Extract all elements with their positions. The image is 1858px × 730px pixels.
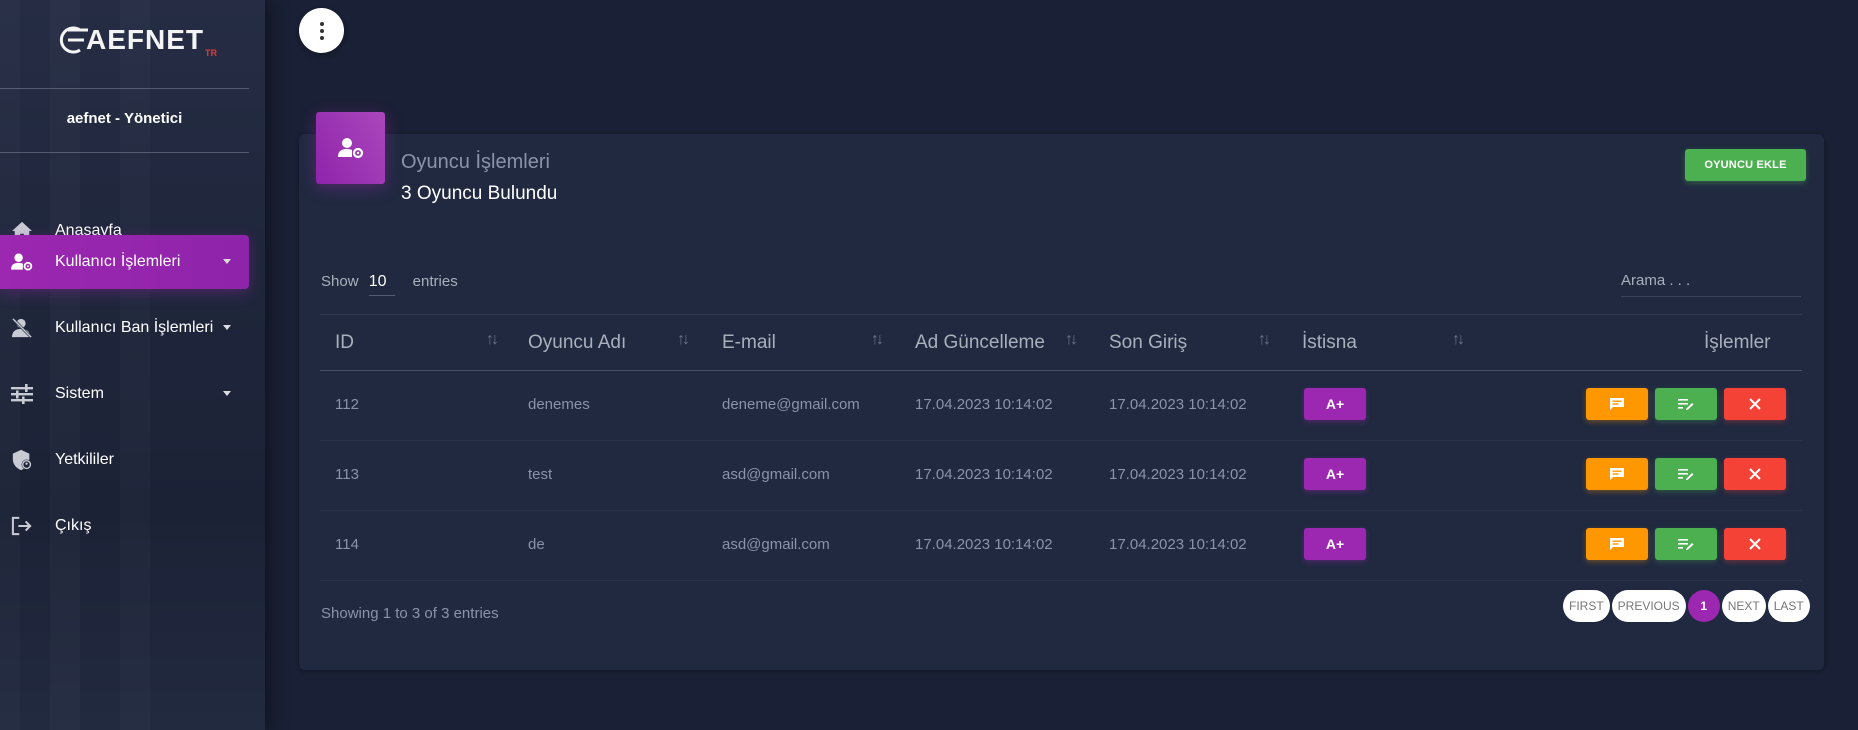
column-header-son-giris[interactable]: Son Giriş <box>1109 332 1187 354</box>
card-subtitle: 3 Oyuncu Bulundu <box>401 183 558 204</box>
chevron-down-icon <box>223 325 231 330</box>
search-field <box>1621 272 1801 297</box>
close-icon <box>1749 538 1761 550</box>
edit-note-icon <box>1678 399 1694 410</box>
message-button[interactable] <box>1586 388 1648 420</box>
delete-button[interactable] <box>1724 388 1786 420</box>
user-ban-icon <box>11 317 33 339</box>
sort-icon[interactable]: ↑↓ <box>486 331 499 349</box>
table-row: 114 de asd@gmail.com 17.04.2023 10:14:02… <box>320 510 1802 581</box>
message-button[interactable] <box>1586 458 1648 490</box>
delete-button[interactable] <box>1724 458 1786 490</box>
delete-button[interactable] <box>1724 528 1786 560</box>
column-header-email[interactable]: E-mail <box>722 332 776 354</box>
table-header: ID ↑↓ Oyuncu Adı ↑↓ E-mail ↑↓ Ad Güncell… <box>320 314 1802 371</box>
cell-name: denemes <box>528 396 590 413</box>
sidebar-item-yetkililer[interactable]: Yetkililer <box>0 433 249 487</box>
sidebar-divider <box>0 152 249 153</box>
user-settings-icon <box>316 112 385 184</box>
sort-icon[interactable]: ↑↓ <box>1452 331 1465 349</box>
add-player-button[interactable]: OYUNCU EKLE <box>1685 149 1806 181</box>
sidebar-item-label: Çıkış <box>55 517 92 534</box>
cell-name: de <box>528 536 545 553</box>
column-header-istisna[interactable]: İstisna <box>1302 332 1357 354</box>
brand-logo[interactable]: AEFNET TR <box>54 18 224 62</box>
message-icon <box>1610 468 1624 480</box>
sidebar-item-sistem[interactable]: Sistem <box>0 367 249 421</box>
message-icon <box>1610 398 1624 410</box>
sidebar-item-kullanici-ban-islemleri[interactable]: Kullanıcı Ban İşlemleri <box>0 301 249 355</box>
logo-text: AEFNET <box>86 24 204 55</box>
sidebar-item-label: Yetkililer <box>55 451 114 468</box>
edit-button[interactable] <box>1655 458 1717 490</box>
pagination: FIRST PREVIOUS 1 NEXT LAST <box>1563 590 1812 622</box>
show-label: Show <box>321 273 359 290</box>
more-vert-icon <box>319 20 324 41</box>
message-button[interactable] <box>1586 528 1648 560</box>
sidebar-item-label: Kullanıcı Ban İşlemleri <box>55 319 214 336</box>
table-row: 113 test asd@gmail.com 17.04.2023 10:14:… <box>320 440 1802 511</box>
entries-length-select[interactable]: 10 <box>368 273 395 296</box>
cell-ad-update: 17.04.2023 10:14:02 <box>915 466 1053 483</box>
cell-id: 113 <box>335 466 359 483</box>
close-icon <box>1749 468 1761 480</box>
sort-icon[interactable]: ↑↓ <box>677 331 690 349</box>
card-title: Oyuncu İşlemleri <box>401 151 550 173</box>
user-settings-icon <box>11 251 33 273</box>
table-info: Showing 1 to 3 of 3 entries <box>321 605 499 622</box>
logout-icon <box>11 515 33 537</box>
pagination-first-button[interactable]: FIRST <box>1563 590 1610 622</box>
edit-note-icon <box>1678 469 1694 480</box>
cell-name: test <box>528 466 553 483</box>
edit-button[interactable] <box>1655 388 1717 420</box>
message-icon <box>1610 538 1624 550</box>
cell-id: 112 <box>335 396 359 413</box>
column-header-id[interactable]: ID <box>335 332 354 354</box>
entries-length-control: Show 10 entries <box>321 273 458 296</box>
search-input[interactable] <box>1621 272 1791 289</box>
column-header-oyuncu-adi[interactable]: Oyuncu Adı <box>528 332 626 354</box>
pagination-page-button[interactable]: 1 <box>1687 590 1720 622</box>
sidebar-divider <box>0 88 249 89</box>
entries-label: entries <box>412 273 458 290</box>
cell-ad-update: 17.04.2023 10:14:02 <box>915 396 1053 413</box>
cell-last-login: 17.04.2023 10:14:02 <box>1109 536 1247 553</box>
sort-icon[interactable]: ↑↓ <box>871 331 884 349</box>
user-name[interactable]: aefnet - Yönetici <box>0 110 249 127</box>
pagination-previous-button[interactable]: PREVIOUS <box>1611 590 1686 622</box>
chevron-down-icon <box>223 259 231 264</box>
sidebar-item-label: Sistem <box>55 385 104 402</box>
pagination-last-button[interactable]: LAST <box>1767 590 1810 622</box>
edit-button[interactable] <box>1655 528 1717 560</box>
exception-button[interactable]: A+ <box>1304 388 1366 420</box>
cell-email: asd@gmail.com <box>722 536 830 553</box>
pagination-next-button[interactable]: NEXT <box>1721 590 1766 622</box>
more-options-button[interactable] <box>299 8 344 53</box>
cell-ad-update: 17.04.2023 10:14:02 <box>915 536 1053 553</box>
cell-id: 114 <box>335 536 359 553</box>
cell-last-login: 17.04.2023 10:14:02 <box>1109 396 1247 413</box>
column-header-ad-guncelleme[interactable]: Ad Güncelleme <box>915 332 1045 354</box>
cell-last-login: 17.04.2023 10:14:02 <box>1109 466 1247 483</box>
logo-mark-icon <box>54 25 88 55</box>
exception-button[interactable]: A+ <box>1304 528 1366 560</box>
exception-button[interactable]: A+ <box>1304 458 1366 490</box>
cell-email: asd@gmail.com <box>722 466 830 483</box>
table-row: 112 denemes deneme@gmail.com 17.04.2023 … <box>320 370 1802 441</box>
sidebar: AEFNET TR aefnet - Yönetici Anasayfa Kul… <box>0 0 265 730</box>
logo-sub-text: TR <box>205 48 217 58</box>
sidebar-item-kullanici-islemleri[interactable]: Kullanıcı İşlemleri <box>0 235 249 289</box>
cell-email: deneme@gmail.com <box>722 396 860 413</box>
sidebar-item-cikis[interactable]: Çıkış <box>0 499 249 553</box>
shield-user-icon <box>11 449 33 471</box>
sort-icon[interactable]: ↑↓ <box>1258 331 1271 349</box>
sort-icon[interactable]: ↑↓ <box>1065 331 1078 349</box>
edit-note-icon <box>1678 539 1694 550</box>
chevron-down-icon <box>223 391 231 396</box>
sliders-icon <box>11 383 33 405</box>
column-header-islemler: İşlemler <box>1704 332 1771 353</box>
close-icon <box>1749 398 1761 410</box>
sidebar-item-label: Kullanıcı İşlemleri <box>55 253 181 270</box>
